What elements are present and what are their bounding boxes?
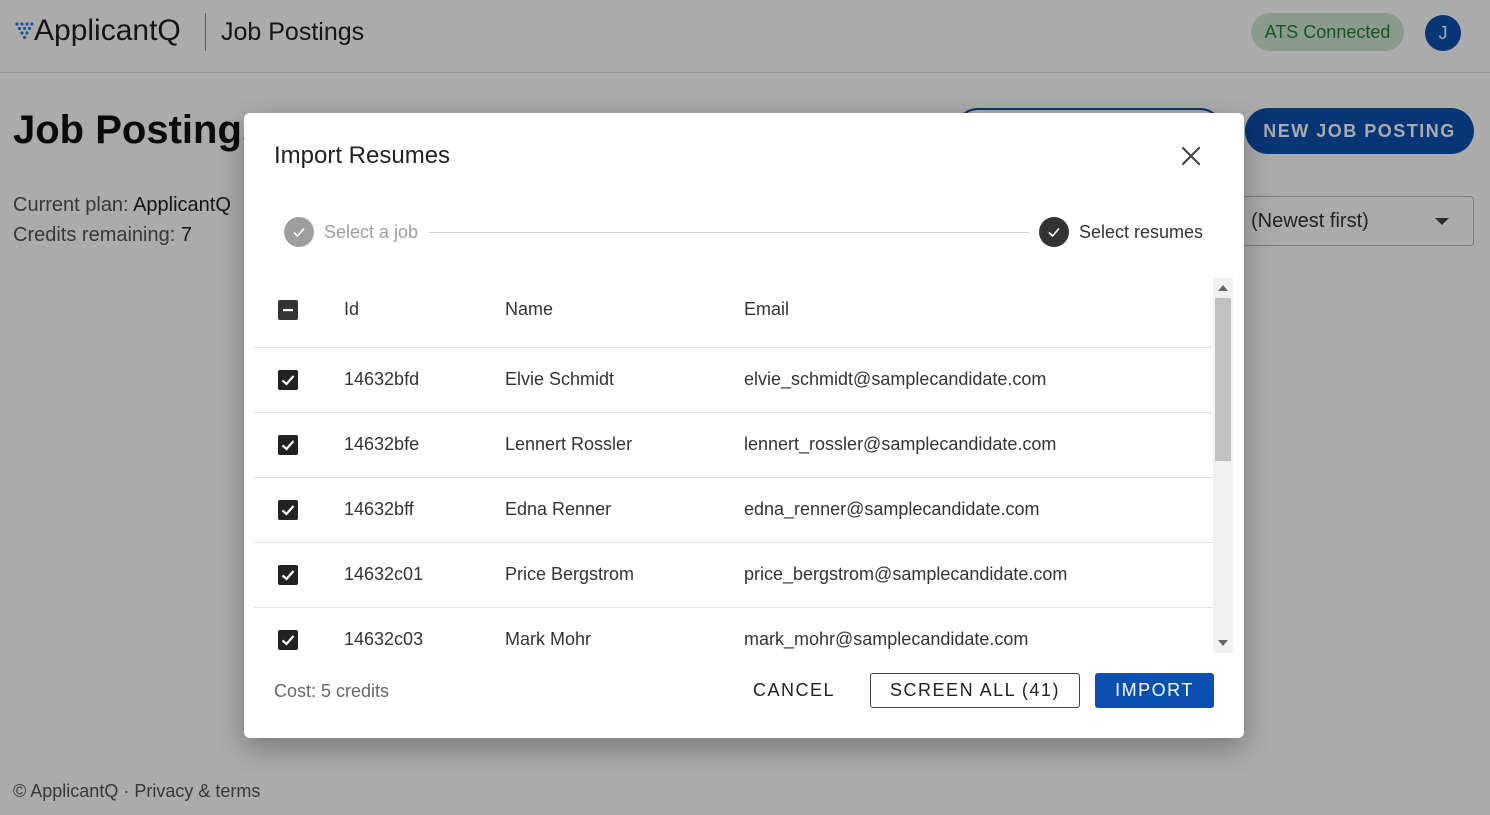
close-button[interactable]: [1177, 142, 1205, 170]
step-check-icon: [284, 217, 314, 247]
scrollbar-thumb[interactable]: [1215, 298, 1231, 461]
cell-id: 14632c01: [344, 564, 424, 584]
row-checkbox[interactable]: [278, 370, 298, 390]
cell-name: Mark Mohr: [505, 629, 592, 649]
dialog-title: Import Resumes: [274, 142, 451, 169]
cell-email: elvie_schmidt@samplecandidate.com: [744, 369, 1047, 389]
cell-email: edna_renner@samplecandidate.com: [744, 499, 1040, 519]
cell-name: Price Bergstrom: [505, 564, 635, 584]
check-icon: [281, 635, 295, 646]
table-row[interactable]: 14632bfe Lennert Rossler lennert_rossler…: [254, 413, 1214, 478]
cell-name: Lennert Rossler: [505, 434, 633, 454]
step-select-resumes[interactable]: Select resumes: [1039, 217, 1203, 247]
table-row[interactable]: 14632c01 Price Bergstrom price_bergstrom…: [254, 543, 1214, 608]
import-resumes-dialog: Import Resumes Select a job Select resum…: [244, 113, 1244, 738]
row-checkbox[interactable]: [278, 500, 298, 520]
table-row[interactable]: 14632bff Edna Renner edna_renner@samplec…: [254, 478, 1214, 543]
cell-id: 14632bfd: [344, 369, 420, 389]
cell-email: mark_mohr@samplecandidate.com: [744, 629, 1029, 649]
scroll-down-arrow-icon[interactable]: [1218, 640, 1228, 646]
table-body: Id Name Email 14632bfd Elvie Schmidt elv…: [254, 278, 1214, 653]
cell-name: Edna Renner: [505, 499, 612, 519]
column-header-name[interactable]: Name: [505, 299, 553, 320]
row-checkbox[interactable]: [278, 565, 298, 585]
stepper: Select a job Select resumes: [284, 217, 1204, 249]
step-check-icon: [1039, 217, 1069, 247]
column-header-id[interactable]: Id: [344, 299, 359, 320]
cell-id: 14632bfe: [344, 434, 420, 454]
cell-id: 14632bff: [344, 499, 414, 519]
import-button[interactable]: IMPORT: [1095, 673, 1214, 708]
cell-name: Elvie Schmidt: [505, 369, 615, 389]
step-connector: [429, 232, 1029, 233]
step-label: Select a job: [324, 221, 419, 242]
indeterminate-icon: [283, 309, 293, 312]
table-scrollbar[interactable]: [1213, 278, 1233, 653]
table-row[interactable]: 14632bfd Elvie Schmidt elvie_schmidt@sam…: [254, 348, 1214, 413]
select-all-checkbox[interactable]: [278, 300, 298, 320]
close-icon: [1181, 146, 1201, 166]
row-checkbox[interactable]: [278, 630, 298, 650]
table-row[interactable]: 14632c03 Mark Mohr mark_mohr@samplecandi…: [254, 608, 1214, 653]
cell-email: price_bergstrom@samplecandidate.com: [744, 564, 1068, 584]
column-header-email[interactable]: Email: [744, 299, 789, 320]
step-select-job[interactable]: Select a job: [284, 217, 418, 247]
cost-text: Cost: 5 credits: [274, 681, 390, 701]
cell-id: 14632c03: [344, 629, 424, 649]
cell-email: lennert_rossler@samplecandidate.com: [744, 434, 1057, 454]
scroll-up-arrow-icon[interactable]: [1218, 285, 1228, 291]
check-icon: [281, 570, 295, 581]
step-label: Select resumes: [1079, 221, 1204, 242]
table-header-row: Id Name Email: [254, 278, 1214, 348]
resumes-table: Id Name Email 14632bfd Elvie Schmidt elv…: [254, 278, 1234, 653]
check-icon: [281, 505, 295, 516]
check-icon: [281, 375, 295, 386]
cancel-button[interactable]: CANCEL: [739, 673, 849, 708]
screen-all-button[interactable]: SCREEN ALL (41): [870, 673, 1080, 708]
check-icon: [281, 440, 295, 451]
row-checkbox[interactable]: [278, 435, 298, 455]
